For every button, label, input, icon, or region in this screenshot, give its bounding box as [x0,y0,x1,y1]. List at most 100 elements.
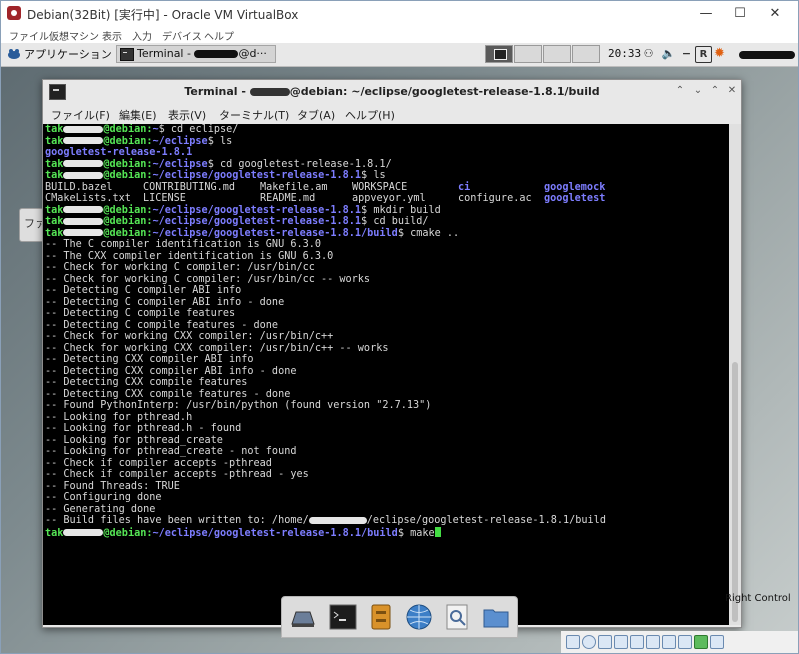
close-button[interactable]: ✕ [760,4,790,24]
terminal-line: tak @debian:~$ cd eclipse/ [43,124,729,136]
menu-devices[interactable]: デバイス [162,28,202,43]
prompt-path: ~/eclipse/googletest-release-1.8.1/build [152,227,398,239]
output-text: -- Build files have been written to: /ho… [45,515,309,526]
audio-icon[interactable] [598,635,612,649]
ls-entry-file: LICENSE [143,193,186,204]
term-menu-view[interactable]: 表示(V) [168,107,206,123]
term-menu-edit[interactable]: 編集(E) [119,107,157,123]
terminal-line: googletest-release-1.8.1 [43,147,729,159]
xfce-mouse-icon [8,49,20,59]
menu-help[interactable]: ヘルプ [204,28,234,43]
prompt-host: @debian [103,158,147,170]
redacted-username [63,125,104,133]
output-text: -- Check if compiler accepts -pthread - … [45,469,309,480]
terminal-scrollbar[interactable] [729,124,741,625]
mouse-integration-icon[interactable] [710,635,724,649]
ls-entry-file: WORKSPACE [352,181,408,193]
minimize-button[interactable]: ⌄ [691,84,705,98]
redacted-username [63,217,104,225]
close-button[interactable]: ✕ [725,84,739,98]
output-text: -- Looking for pthread.h [45,411,193,423]
ls-entry-dir: googletest [544,193,606,204]
volume-icon[interactable]: 🔈 [661,46,676,61]
terminal-title: Terminal - @debian: ~/eclipse/googletest… [43,85,741,98]
r-icon[interactable]: R [695,46,712,63]
output-text: -- Check for working CXX compiler: /usr/… [45,331,334,342]
workspace-1[interactable] [485,45,513,63]
term-menu-help[interactable]: ヘルプ(H) [345,107,395,123]
debian-icon [7,6,21,20]
term-menu-file[interactable]: ファイル(F) [51,107,110,123]
prompt-host: @debian [103,527,147,539]
scrollbar-thumb[interactable] [732,362,738,622]
terminal-title-suffix: @debian: ~/eclipse/googletest-release-1.… [289,85,600,98]
prompt-host: @debian [103,216,147,227]
ls-entry-file: BUILD.bazel [45,181,113,193]
prompt-user: tak [45,135,64,147]
output-text: -- Detecting C compile features [45,308,236,319]
shade-button[interactable]: ⌃ [673,84,687,98]
prompt-host: @debian [103,135,147,147]
prompt-user: tak [45,124,64,135]
prompt-user: tak [45,216,64,227]
term-menu-terminal[interactable]: ターミナル(T) [219,107,289,123]
network-adapter-icon[interactable] [614,635,628,649]
guest-display[interactable]: アプリケーション Terminal - @d··· 20:33 ⚇ 🔈 − R … [1,43,798,653]
terminal-line: BUILD.bazel CONTRIBUTING.md Makefile.am WOR… [43,182,729,194]
taskbar-terminal-button[interactable]: Terminal - @d··· [116,45,276,63]
output-text: -- Found PythonInterp: /usr/bin/python (… [45,400,432,411]
desktop-icon[interactable] [288,602,318,632]
menu-machine[interactable]: 仮想マシン [49,28,99,43]
terminal-line: -- Detecting CXX compiler ABI info [43,354,729,366]
settings-icon[interactable]: ✹ [712,46,727,61]
term-menu-tabs[interactable]: タブ(A) [297,107,335,123]
prompt-path: ~/eclipse/googletest-release-1.8.1/build [152,527,398,539]
menu-input[interactable]: 入力 [132,28,152,43]
prompt-symbol: $ [361,204,374,216]
workspace-4[interactable] [572,45,600,63]
ls-entry-file: README.md [260,193,316,204]
redacted-username [249,88,290,96]
menu-file[interactable]: ファイル [9,28,49,43]
command-text: cd build/ [373,216,429,227]
maximize-button[interactable]: ⌃ [708,84,722,98]
output-text: -- The CXX compiler identification is GN… [45,250,334,262]
command-text: mkdir build [373,204,441,216]
output-text: -- Looking for pthread.h - found [45,423,242,434]
app-finder-icon[interactable] [442,602,472,632]
command-text: make [410,527,435,539]
output-text: -- Detecting CXX compile features [45,377,248,388]
cpu-icon[interactable] [694,635,708,649]
terminal-line: -- Check if compiler accepts -pthread [43,458,729,470]
ls-entry-dir: ci [458,181,471,193]
host-key-label: Right Control [725,593,791,604]
workspace-3[interactable] [543,45,571,63]
minimize-icon[interactable]: − [679,46,694,61]
virtualbox-titlebar: Debian(32Bit) [実行中] - Oracle VM VirtualB… [1,1,798,27]
file-manager-icon[interactable] [366,602,396,632]
workspace-2[interactable] [514,45,542,63]
terminal-menubar: ファイル(F) 編集(E) 表示(V) ターミナル(T) タブ(A) ヘルプ(H… [43,104,741,124]
optical-drive-icon[interactable] [582,635,596,649]
menu-view[interactable]: 表示 [102,28,122,43]
network-icon[interactable]: ⚇ [641,46,656,61]
folder-icon[interactable] [481,602,511,632]
terminal-titlebar[interactable]: Terminal - @debian: ~/eclipse/googletest… [43,80,741,105]
hdd-icon[interactable] [566,635,580,649]
xfce-top-panel: アプリケーション Terminal - @d··· 20:33 ⚇ 🔈 − R … [1,43,798,67]
output-text: -- Detecting C compiler ABI info [45,285,242,296]
maximize-button[interactable]: ☐ [725,4,755,24]
prompt-path: ~/eclipse/googletest-release-1.8.1 [152,204,362,216]
terminal-output[interactable]: tak @debian:~$ cd eclipse/tak @debian:~/ec… [43,124,729,625]
video-capture-icon[interactable] [678,635,692,649]
terminal-line: CMakeLists.txt LICENSE README.md appveyor.y… [43,193,729,205]
shared-folder-icon[interactable] [646,635,660,649]
minimize-button[interactable]: — [691,4,721,24]
terminal-icon[interactable] [328,602,358,632]
display-icon[interactable] [662,635,676,649]
web-browser-icon[interactable] [404,602,434,632]
applications-menu-button[interactable]: アプリケーション [7,46,112,63]
clock[interactable]: 20:33 [608,47,641,60]
output-text: -- Configuring done [45,492,162,503]
usb-icon[interactable] [630,635,644,649]
